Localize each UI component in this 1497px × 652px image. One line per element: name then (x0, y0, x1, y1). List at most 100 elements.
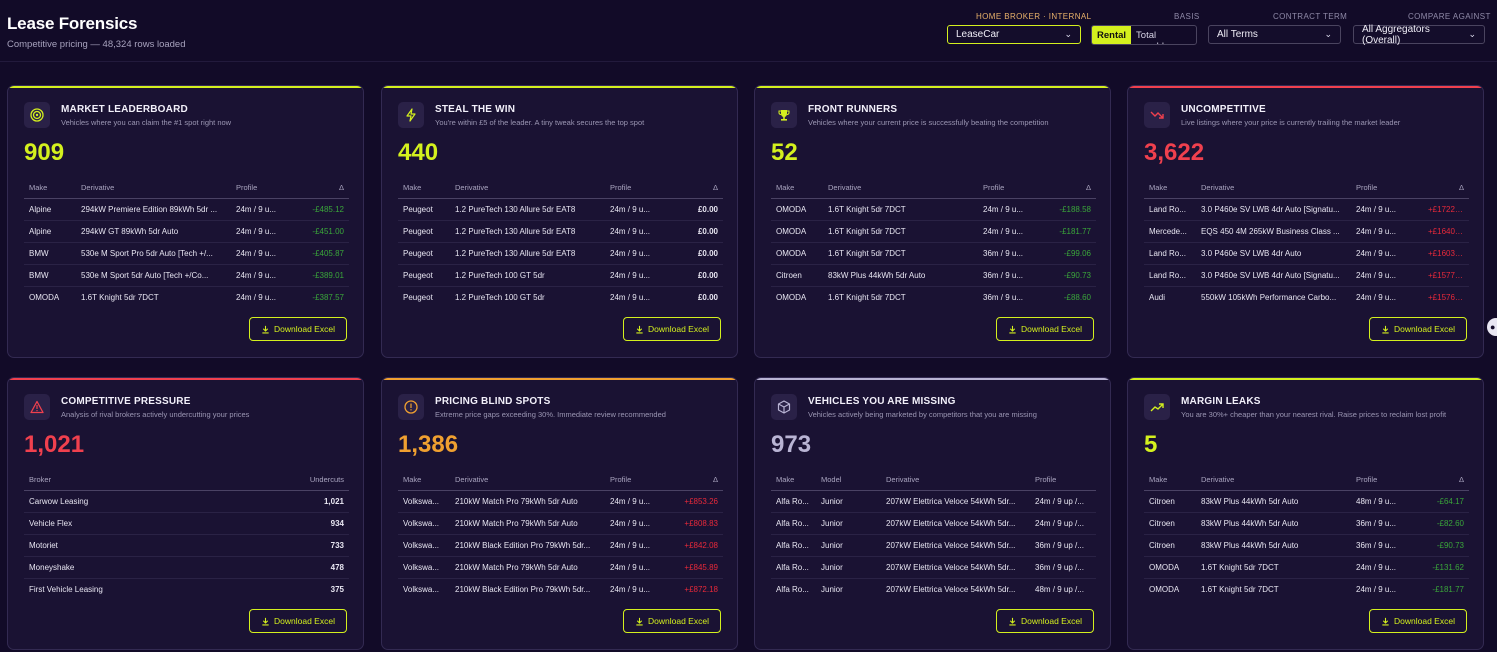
column-header[interactable]: Make (771, 473, 816, 491)
table-cell: +£1640.98 (1423, 220, 1469, 243)
table-row[interactable]: Mercede... EQS 450 4M 265kW Business Clas… (1144, 220, 1469, 243)
table-row[interactable]: Alfa Ro... Junior 207kW Elettrica Veloce 5… (771, 556, 1096, 579)
column-header[interactable]: Δ (677, 181, 723, 199)
column-header[interactable]: Make (398, 473, 450, 491)
table-row[interactable]: OMODA 1.6T Knight 5dr 7DCT 36m / 9 u... -£8… (771, 286, 1096, 308)
download-excel-button[interactable]: Download Excel (1369, 317, 1467, 341)
basis-total-payable-button[interactable]: Total payable (1131, 26, 1196, 44)
table-row[interactable]: Moneyshake 478 (24, 556, 349, 579)
table-row[interactable]: BMW 530e M Sport Pro 5dr Auto [Tech +/...… (24, 242, 349, 265)
table-row[interactable]: Land Ro... 3.0 P460e SV LWB 4dr Auto [Sig… (1144, 264, 1469, 287)
table-row[interactable]: Volkswa... 210kW Match Pro 79kWh 5dr Auto… (398, 512, 723, 535)
column-header[interactable]: Derivative (450, 473, 605, 491)
column-header[interactable]: Derivative (1196, 181, 1351, 199)
table-row[interactable]: Citroen 83kW Plus 44kWh 5dr Auto 48m / 9 u… (1144, 490, 1469, 513)
column-header[interactable]: Profile (1030, 473, 1096, 491)
table-row[interactable]: OMODA 1.6T Knight 5dr 7DCT 24m / 9 u... -£1… (771, 198, 1096, 221)
download-excel-button[interactable]: Download Excel (996, 609, 1094, 633)
column-header[interactable]: Make (771, 181, 823, 199)
download-excel-button[interactable]: Download Excel (623, 317, 721, 341)
table-cell: -£131.62 (1423, 556, 1469, 579)
table-row[interactable]: OMODA 1.6T Knight 5dr 7DCT 36m / 9 u... -£9… (771, 242, 1096, 265)
table-row[interactable]: Peugeot 1.2 PureTech 130 Allure 5dr EAT8 2… (398, 198, 723, 221)
table-row[interactable]: Peugeot 1.2 PureTech 130 Allure 5dr EAT8 2… (398, 242, 723, 265)
table-row[interactable]: First Vehicle Leasing 375 (24, 578, 349, 600)
column-header[interactable]: Profile (1351, 473, 1423, 491)
column-header[interactable]: Derivative (823, 181, 978, 199)
column-header[interactable]: Profile (605, 181, 677, 199)
table-row[interactable]: BMW 530e M Sport 5dr Auto [Tech +/Co... 24… (24, 264, 349, 287)
home-broker-label: HOME BROKER · INTERNAL (976, 12, 1092, 21)
column-header[interactable]: Profile (978, 181, 1050, 199)
column-header[interactable]: Profile (231, 181, 303, 199)
basis-rental-button[interactable]: Rental (1092, 26, 1132, 44)
table-row[interactable]: Citroen 83kW Plus 44kWh 5dr Auto 36m / 9 u… (1144, 534, 1469, 557)
table-cell: +£808.83 (677, 512, 723, 535)
table-row[interactable]: Alpine 294kW GT 89kWh 5dr Auto 24m / 9 u..… (24, 220, 349, 243)
table-row[interactable]: Alfa Ro... Junior 207kW Elettrica Veloce 5… (771, 578, 1096, 600)
table-row[interactable]: Vehicle Flex 934 (24, 512, 349, 535)
table-row[interactable]: Citroen 83kW Plus 44kWh 5dr Auto 36m / 9 u… (771, 264, 1096, 287)
table-row[interactable]: OMODA 1.6T Knight 5dr 7DCT 24m / 9 u... -£3… (24, 286, 349, 308)
contract-term-select[interactable]: All Terms ⌄ (1208, 25, 1341, 44)
column-header[interactable]: Derivative (881, 473, 1030, 491)
table-row[interactable]: Alfa Ro... Junior 207kW Elettrica Veloce 5… (771, 512, 1096, 535)
card-accent-bar (1128, 378, 1483, 380)
column-header[interactable]: Δ (303, 181, 349, 199)
table-row[interactable]: Peugeot 1.2 PureTech 100 GT 5dr 24m / 9 u.… (398, 264, 723, 287)
column-header[interactable]: Δ (677, 473, 723, 491)
column-header[interactable]: Model (816, 473, 881, 491)
chevron-down-icon: ⌄ (1324, 29, 1332, 39)
table-cell: +£1576.05 (1428, 292, 1467, 302)
table-row[interactable]: Peugeot 1.2 PureTech 130 Allure 5dr EAT8 2… (398, 220, 723, 243)
column-header[interactable]: Δ (1050, 181, 1096, 199)
top-header: Lease Forensics Competitive pricing — 48… (0, 0, 1497, 62)
column-header[interactable]: Derivative (1196, 473, 1351, 491)
table-row[interactable]: Volkswa... 210kW Black Edition Pro 79kWh … (398, 534, 723, 557)
table-row[interactable]: Land Ro... 3.0 P460e SV LWB 4dr Auto 24m /… (1144, 242, 1469, 265)
table-row[interactable]: Volkswa... 210kW Black Edition Pro 79kWh … (398, 578, 723, 600)
table-row[interactable]: Volkswa... 210kW Match Pro 79kWh 5dr Auto… (398, 490, 723, 513)
table-row[interactable]: Citroen 83kW Plus 44kWh 5dr Auto 36m / 9 u… (1144, 512, 1469, 535)
column-header[interactable]: Broker (24, 473, 254, 491)
table-row[interactable]: Audi 550kW 105kWh Performance Carbo... 24m… (1144, 286, 1469, 308)
column-header[interactable]: Derivative (450, 181, 605, 199)
column-header[interactable]: Make (1144, 473, 1196, 491)
table-row[interactable]: Alfa Ro... Junior 207kW Elettrica Veloce 5… (771, 534, 1096, 557)
column-header[interactable]: Δ (1423, 181, 1469, 199)
table-row[interactable]: Land Ro... 3.0 P460e SV LWB 4dr Auto [Sig… (1144, 198, 1469, 221)
home-broker-value: LeaseCar (956, 29, 1000, 40)
panel-toggle-icon[interactable]: ● (1487, 318, 1497, 336)
column-header[interactable]: Profile (605, 473, 677, 491)
column-header[interactable]: Make (398, 181, 450, 199)
table-header-row: Make Model Derivative Profile (771, 473, 1096, 491)
table-row[interactable]: Carwow Leasing 1,021 (24, 490, 349, 513)
column-header[interactable]: Profile (1351, 181, 1423, 199)
column-header[interactable]: Undercuts (254, 473, 349, 491)
download-excel-button[interactable]: Download Excel (249, 609, 347, 633)
table-cell: 36m / 9 u... (983, 292, 1024, 302)
download-excel-button[interactable]: Download Excel (996, 317, 1094, 341)
column-header[interactable]: Derivative (76, 181, 231, 199)
table-row[interactable]: Alfa Ro... Junior 207kW Elettrica Veloce 5… (771, 490, 1096, 513)
column-header[interactable]: Δ (1423, 473, 1469, 491)
download-excel-button[interactable]: Download Excel (1369, 609, 1467, 633)
download-icon (262, 617, 269, 625)
download-excel-button[interactable]: Download Excel (623, 609, 721, 633)
column-header[interactable]: Make (1144, 181, 1196, 199)
download-excel-button[interactable]: Download Excel (249, 317, 347, 341)
table-row[interactable]: OMODA 1.6T Knight 5dr 7DCT 24m / 9 u... -£1… (771, 220, 1096, 243)
table-row[interactable]: OMODA 1.6T Knight 5dr 7DCT 24m / 9 u... -£1… (1144, 556, 1469, 579)
table-row[interactable]: Volkswa... 210kW Match Pro 79kWh 5dr Auto… (398, 556, 723, 579)
table-cell: -£88.60 (1063, 292, 1091, 302)
card-count: 1,021 (24, 431, 85, 458)
column-header[interactable]: Make (24, 181, 76, 199)
home-broker-select[interactable]: LeaseCar ⌄ (947, 25, 1081, 44)
download-excel-label: Download Excel (274, 324, 335, 334)
compare-against-select[interactable]: All Aggregators (Overall) ⌄ (1353, 24, 1485, 46)
table-row[interactable]: OMODA 1.6T Knight 5dr 7DCT 24m / 9 u... -£1… (1144, 578, 1469, 600)
table-cell: 1.2 PureTech 130 Allure 5dr EAT8 (450, 242, 605, 265)
table-row[interactable]: Motoriet 733 (24, 534, 349, 557)
table-row[interactable]: Peugeot 1.2 PureTech 100 GT 5dr 24m / 9 u.… (398, 286, 723, 308)
table-row[interactable]: Alpine 294kW Premiere Edition 89kWh 5dr .… (24, 198, 349, 221)
